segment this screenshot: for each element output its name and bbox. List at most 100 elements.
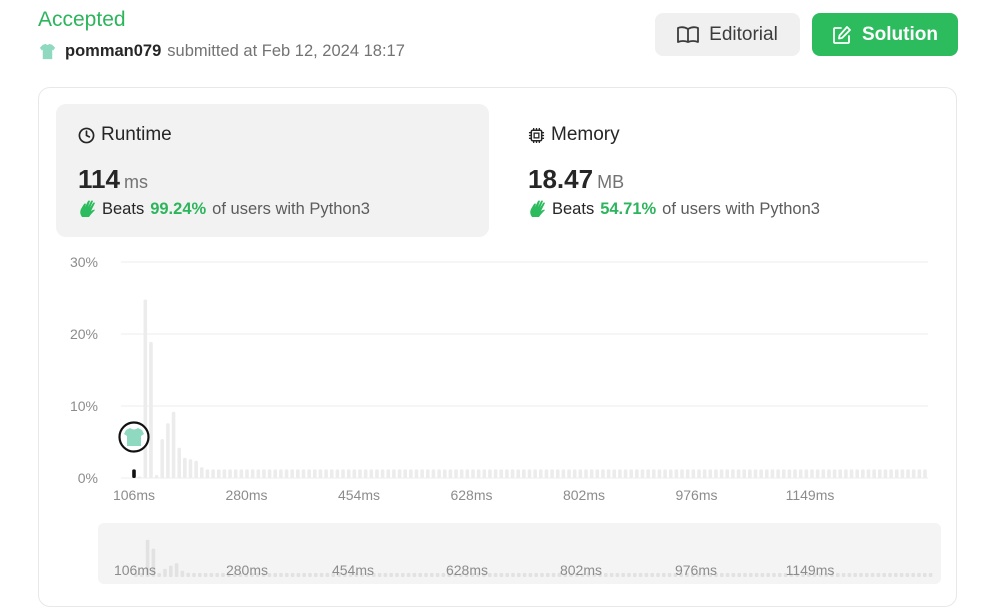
chart-bar[interactable] [233, 469, 238, 478]
chart-bar[interactable] [414, 469, 419, 478]
chart-bar[interactable] [691, 469, 696, 478]
chart-bar[interactable] [296, 469, 300, 478]
chart-bar[interactable] [454, 469, 458, 478]
chart-bar[interactable] [188, 459, 193, 478]
chart-bar[interactable] [883, 469, 888, 478]
chart-bar[interactable] [798, 469, 803, 478]
chart-bar[interactable] [397, 469, 402, 478]
chart-bar[interactable] [527, 469, 532, 478]
chart-bar[interactable] [290, 469, 294, 478]
memory-panel[interactable]: Memory 18.47 MB Beats 54.71% of users wit… [506, 104, 939, 237]
chart-bar[interactable] [154, 475, 159, 478]
chart-bar[interactable] [149, 341, 153, 478]
chart-bar[interactable] [872, 469, 876, 478]
chart-bar[interactable] [380, 469, 385, 478]
chart-bar[interactable] [516, 469, 520, 478]
chart-bar[interactable] [177, 447, 181, 478]
chart-bar[interactable] [318, 469, 323, 478]
chart-bar[interactable] [499, 469, 504, 478]
chart-bar[interactable] [668, 469, 673, 478]
chart-bar[interactable] [313, 469, 317, 478]
chart-bar[interactable] [346, 469, 351, 478]
username-link[interactable]: pomman079 [65, 42, 161, 61]
chart-bar[interactable] [279, 469, 283, 478]
chart-bar[interactable] [493, 469, 498, 478]
chart-bar[interactable] [200, 467, 204, 478]
chart-bar[interactable] [601, 469, 605, 478]
chart-bar[interactable] [652, 469, 656, 478]
chart-bar[interactable] [183, 457, 187, 478]
runtime-panel[interactable]: Runtime 114 ms Beats 99.24% of users with… [56, 104, 489, 237]
chart-bar[interactable] [719, 469, 724, 478]
chart-bar[interactable] [804, 469, 809, 478]
chart-bar[interactable] [748, 469, 752, 478]
chart-bar[interactable] [166, 423, 170, 478]
chart-bar[interactable] [753, 469, 758, 478]
chart-bar[interactable] [827, 469, 831, 478]
chart-bar[interactable] [544, 469, 549, 478]
runtime-distribution-chart[interactable]: 30% 20% 10% 0% 106ms 280ms 454ms 628ms 802ms 976m… [38, 245, 957, 510]
chart-bar[interactable] [459, 469, 464, 478]
chart-bar[interactable] [770, 469, 775, 478]
chart-bar[interactable] [245, 469, 249, 478]
chart-bar[interactable] [239, 469, 244, 478]
chart-bar[interactable] [465, 469, 470, 478]
chart-bar[interactable] [510, 469, 515, 478]
chart-bar[interactable] [742, 469, 746, 478]
chart-bar[interactable] [216, 469, 221, 478]
chart-bar[interactable] [849, 469, 854, 478]
chart-bar[interactable] [787, 469, 792, 478]
chart-bar[interactable] [437, 469, 441, 478]
chart-bar[interactable] [369, 469, 374, 478]
chart-bar[interactable] [815, 469, 820, 478]
chart-bar[interactable] [375, 469, 379, 478]
chart-bar[interactable] [578, 469, 583, 478]
chart-bar[interactable] [736, 469, 741, 478]
solution-button[interactable]: Solution [812, 13, 958, 56]
chart-bar[interactable] [522, 469, 526, 478]
chart-bar[interactable] [821, 469, 826, 478]
chart-bar[interactable] [623, 469, 628, 478]
chart-bar[interactable] [572, 469, 577, 478]
chart-bar[interactable] [273, 469, 278, 478]
chart-bar[interactable] [267, 469, 272, 478]
chart-bar[interactable] [420, 469, 424, 478]
chart-bar[interactable] [194, 460, 198, 478]
chart-bar[interactable] [143, 299, 148, 478]
chart-bar[interactable] [262, 469, 266, 478]
chart-bar[interactable] [793, 469, 797, 478]
chart-bar[interactable] [307, 469, 311, 478]
chart-bar[interactable] [341, 469, 345, 478]
chart-bar[interactable] [284, 469, 289, 478]
editorial-button[interactable]: Editorial [655, 13, 800, 56]
chart-bar[interactable] [725, 469, 730, 478]
chart-bar[interactable] [250, 469, 255, 478]
chart-bar[interactable] [488, 469, 492, 478]
chart-bar[interactable] [431, 469, 436, 478]
chart-bar[interactable] [618, 469, 622, 478]
chart-bar[interactable] [781, 469, 786, 478]
chart-bar[interactable] [567, 469, 571, 478]
chart-bar[interactable] [923, 469, 927, 478]
chart-bar[interactable] [708, 469, 713, 478]
chart-bar[interactable] [606, 469, 611, 478]
chart-bar[interactable] [640, 469, 645, 478]
chart-bar[interactable] [561, 469, 566, 478]
chart-bar[interactable] [889, 469, 893, 478]
chart-bar[interactable] [731, 469, 735, 478]
chart-bar[interactable] [335, 469, 340, 478]
chart-bar[interactable] [629, 469, 633, 478]
chart-bar[interactable] [160, 439, 165, 478]
chart-bar[interactable] [256, 469, 261, 478]
chart-bar[interactable] [612, 469, 617, 478]
chart-bar[interactable] [171, 411, 176, 478]
chart-bar[interactable] [697, 469, 701, 478]
chart-bar[interactable] [589, 469, 594, 478]
current-submission-bar[interactable] [132, 469, 136, 478]
chart-bar[interactable] [911, 469, 916, 478]
chart-bar[interactable] [674, 469, 679, 478]
chart-bar[interactable] [403, 469, 407, 478]
chart-bar[interactable] [584, 469, 588, 478]
chart-bar[interactable] [329, 469, 334, 478]
chart-bar[interactable] [595, 469, 600, 478]
